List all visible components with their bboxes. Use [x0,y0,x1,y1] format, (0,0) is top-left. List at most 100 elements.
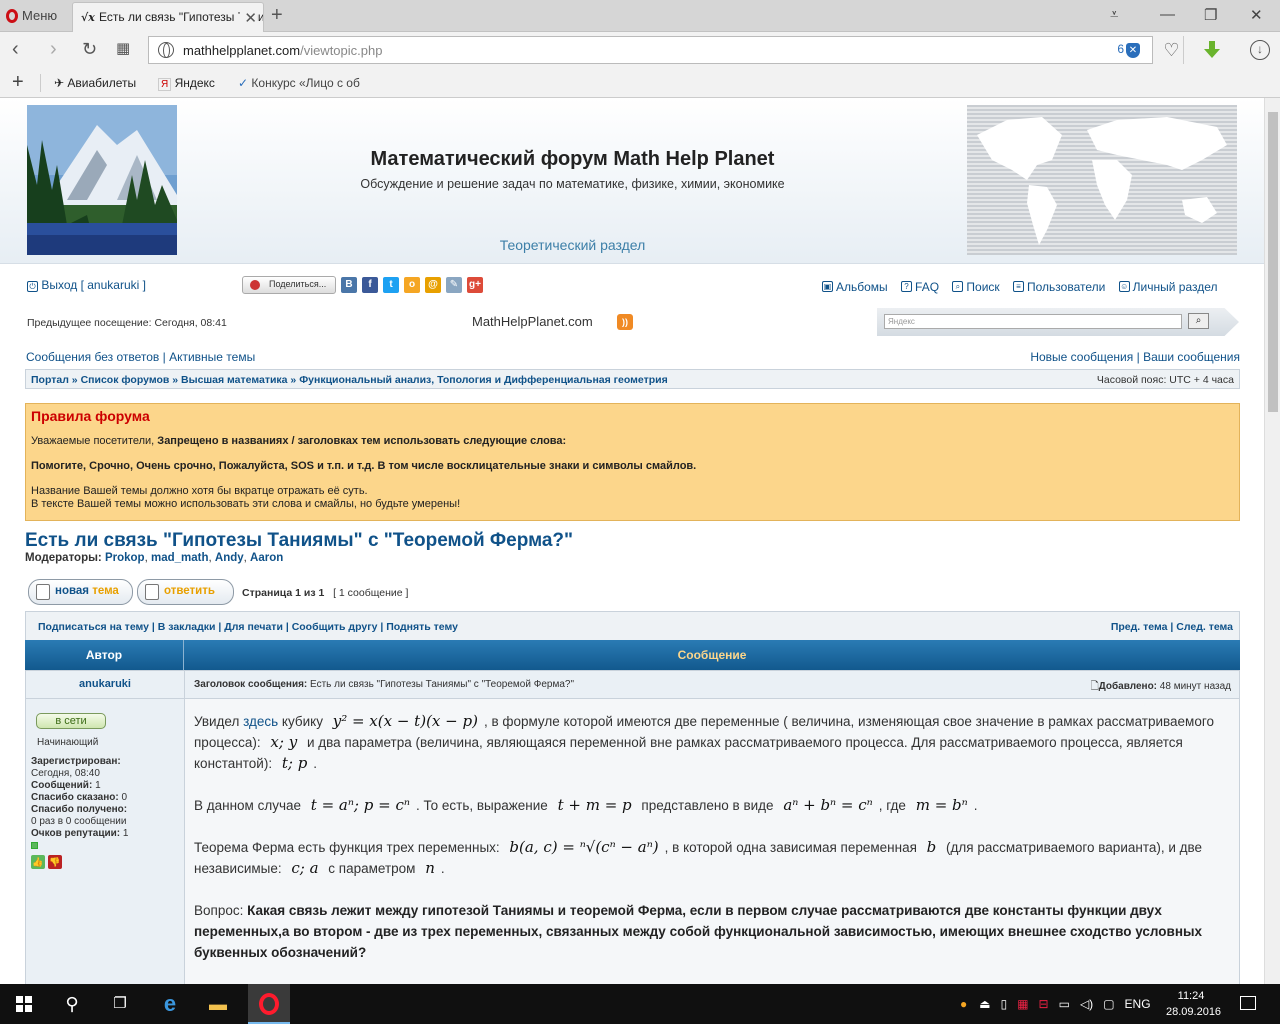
chat-icon[interactable]: ▢ [1103,997,1114,1011]
post-subject: Заголовок сообщения: Есть ли связь "Гипо… [194,679,574,690]
rss-icon[interactable]: )) [617,314,633,330]
task-view-icon[interactable]: ❐ [108,992,132,1016]
breadcrumb-forum-list[interactable]: Список форумов [81,374,170,386]
faq-link[interactable]: ? FAQ [901,280,939,294]
share-button[interactable]: Поделиться... [242,276,336,294]
vk-icon[interactable]: В [341,277,357,293]
moderator-link[interactable]: Aaron [250,552,283,564]
new-tab-button[interactable]: + [271,4,283,27]
breadcrumb-higher-math[interactable]: Высшая математика [181,374,288,386]
forward-button[interactable]: › [50,39,57,59]
address-field[interactable]: mathhelpplanet.com/viewtopic.php 6 ✕ [148,36,1153,64]
bookmark-item-aviabilety[interactable]: ✈ Авиабилеты [54,76,136,90]
moderator-link[interactable]: Andy [215,552,244,564]
maximize-button[interactable]: ❐ [1204,6,1217,24]
topic-title[interactable]: Есть ли связь "Гипотезы Таниямы" с "Теор… [25,530,573,552]
search-icon[interactable]: ⚲ [60,992,84,1016]
page-info: Страница 1 из 1 [242,587,325,599]
breadcrumb-portal[interactable]: Портал [31,374,69,386]
page-scrollbar[interactable] [1264,98,1280,984]
new-topic-button[interactable]: новая тема [28,579,133,605]
text: с параметром [324,861,420,876]
bookmark-item-yandex[interactable]: Я Яндекс [158,76,215,91]
email-friend-link[interactable]: Сообщить другу [292,621,378,633]
author-profile: в сети Начинающий Зарегистрирован: Сегод… [25,699,185,984]
document-icon [36,584,50,600]
forum-header: Математический форум Math Help Planet Об… [0,98,1264,264]
opera-menu-button[interactable]: Меню [6,8,57,23]
notifications-icon[interactable] [1240,996,1256,1010]
post-author-link[interactable]: anukaruki [26,671,185,698]
windows-start-icon[interactable] [16,996,32,1012]
post-paragraph-3: Теорема Ферма есть функция трех переменн… [194,837,1229,879]
search-icon: ⌕ [952,281,964,292]
downloads-icon[interactable]: ↓ [1250,40,1270,60]
rules-line1-plain: Уважаемые посетители, [31,435,158,447]
clock[interactable]: 11:24 28.09.2016 [1166,988,1221,1020]
breadcrumb-functional-analysis[interactable]: Функциональный анализ, Топология и Диффе… [299,374,668,386]
speed-dial-icon[interactable]: ▦ [116,39,130,59]
network-icon[interactable]: ▭ [1059,997,1070,1011]
close-tab-icon[interactable]: ✕ [240,9,257,27]
tray-app-icon[interactable]: ● [960,997,967,1011]
usb-icon[interactable]: ⏏ [979,997,990,1011]
bookmark-heart-icon[interactable]: ♡ [1160,36,1184,64]
search-input[interactable]: Яндекс [884,314,1182,329]
url-path: /viewtopic.php [300,43,383,58]
tab-menu-icon[interactable]: ⩡ [1110,6,1118,23]
search-submit-icon[interactable]: ⌕ [1188,313,1209,329]
address-toolbar: ‹ › ↻ ▦ mathhelpplanet.com/viewtopic.php… [0,32,1280,68]
browser-tab-bar: Меню √x Есть ли связь "Гипотезы Таниямы"… [0,0,1280,32]
unanswered-link[interactable]: Сообщения без ответов [26,350,159,364]
subscribe-link[interactable]: Подписаться на тему [38,621,149,633]
reply-button[interactable]: ответить [137,579,234,605]
active-topics-link[interactable]: Активные темы [169,350,255,364]
facebook-icon[interactable]: f [362,277,378,293]
file-explorer-icon[interactable]: ▬ [206,992,230,1016]
albums-link[interactable]: ▣ Альбомы [822,280,888,294]
text: представлено в виде [637,798,778,813]
download-extension-icon[interactable] [1202,40,1222,60]
minimize-button[interactable]: — [1160,6,1175,23]
bump-topic-link[interactable]: Поднять тему [386,621,458,633]
bookmark-item-contest[interactable]: ✓ Конкурс «Лицо с об [238,76,360,90]
opera-taskbar-button[interactable] [248,984,290,1024]
moderator-link[interactable]: mad_math [151,552,209,564]
adblock-shield-icon[interactable]: 6 ✕ [1117,42,1140,58]
search-link[interactable]: ⌕ Поиск [952,280,1000,294]
thumbs-up-icon[interactable]: 👍 [31,855,45,869]
add-bookmark-button[interactable]: + [12,71,24,94]
scrollbar-thumb[interactable] [1268,112,1278,412]
members-link[interactable]: ≡ Пользователи [1013,280,1105,294]
googleplus-icon[interactable]: g+ [467,277,483,293]
prev-topic-link[interactable]: Пред. тема [1111,621,1168,633]
twitter-icon[interactable]: t [383,277,399,293]
next-topic-link[interactable]: След. тема [1176,621,1233,633]
mailru-icon[interactable]: @ [425,277,441,293]
language-indicator[interactable]: ENG [1125,997,1151,1011]
logout-link[interactable]: ⏻ Выход [ anukaruki ] [27,278,146,292]
tray-window-icon[interactable]: ▯ [1001,997,1008,1011]
tray-grid-icon[interactable]: ▦ [1017,997,1028,1011]
reload-button[interactable]: ↻ [82,39,97,59]
odnoklassniki-icon[interactable]: о [404,277,420,293]
browser-tab[interactable]: √x Есть ли связь "Гипотезы Таниямы" с "Т… [72,2,264,32]
close-window-button[interactable]: ✕ [1250,6,1263,24]
back-button[interactable]: ‹ [12,39,19,59]
keyboard-layout-icon[interactable]: ⊟ [1039,997,1049,1011]
print-link[interactable]: Для печати [224,621,283,633]
edge-icon[interactable]: e [158,992,182,1016]
thumbs-down-icon[interactable]: 👎 [47,855,62,869]
post-question: Вопрос: Какая связь лежит между гипотезо… [194,900,1229,963]
section-link[interactable]: Теоретический раздел [430,237,715,253]
here-link[interactable]: здесь [243,714,278,729]
bookmark-link[interactable]: В закладки [158,621,216,633]
your-posts-link[interactable]: Ваши сообщения [1143,350,1240,364]
moderator-link[interactable]: Prokop [105,552,145,564]
new-posts-link[interactable]: Новые сообщения [1030,350,1133,364]
new-topic-word2: тема [92,585,119,597]
ucp-link[interactable]: ☺ Личный раздел [1118,280,1218,294]
text: и два параметра (величина, являющаяся пе… [194,735,1183,771]
livejournal-icon[interactable]: ✎ [446,277,462,293]
volume-icon[interactable]: ◁) [1080,997,1093,1011]
